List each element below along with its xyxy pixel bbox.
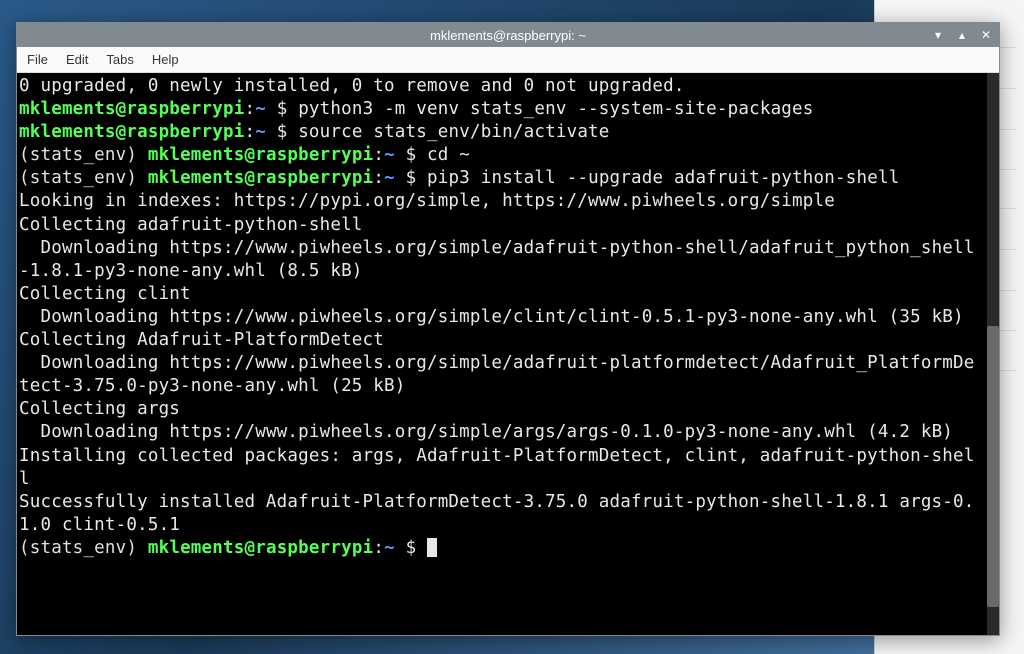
terminal-scrollbar[interactable]	[987, 73, 999, 635]
terminal-cursor	[427, 538, 437, 557]
output-line: Downloading https://www.piwheels.org/sim…	[19, 421, 999, 444]
output-line: Collecting Adafruit-PlatformDetect	[19, 329, 999, 352]
prompt-line: (stats_env) mklements@raspberrypi:~ $ pi…	[19, 167, 999, 190]
close-button[interactable]: ✕	[979, 28, 993, 42]
output-line: Successfully installed Adafruit-Platform…	[19, 491, 999, 537]
menubar: File Edit Tabs Help	[17, 47, 999, 73]
output-line: Downloading https://www.piwheels.org/sim…	[19, 237, 999, 283]
menu-file[interactable]: File	[27, 52, 48, 67]
prompt-line: (stats_env) mklements@raspberrypi:~ $ cd…	[19, 144, 999, 167]
maximize-button[interactable]: ▴	[955, 28, 969, 42]
output-line: Downloading https://www.piwheels.org/sim…	[19, 306, 999, 329]
output-line: Looking in indexes: https://pypi.org/sim…	[19, 190, 999, 213]
window-titlebar[interactable]: mklements@raspberrypi: ~ ▾ ▴ ✕	[17, 23, 999, 47]
prompt-line: mklements@raspberrypi:~ $ source stats_e…	[19, 121, 999, 144]
output-line: Downloading https://www.piwheels.org/sim…	[19, 352, 999, 398]
output-line: 0 upgraded, 0 newly installed, 0 to remo…	[19, 75, 999, 98]
output-line: Collecting adafruit-python-shell	[19, 214, 999, 237]
terminal-body[interactable]: 0 upgraded, 0 newly installed, 0 to remo…	[17, 73, 999, 635]
output-line: Collecting args	[19, 398, 999, 421]
menu-help[interactable]: Help	[152, 52, 179, 67]
menu-tabs[interactable]: Tabs	[106, 52, 133, 67]
menu-edit[interactable]: Edit	[66, 52, 88, 67]
window-title: mklements@raspberrypi: ~	[430, 28, 586, 43]
prompt-line-active: (stats_env) mklements@raspberrypi:~ $	[19, 537, 999, 560]
prompt-line: mklements@raspberrypi:~ $ python3 -m ven…	[19, 98, 999, 121]
output-line: Collecting clint	[19, 283, 999, 306]
minimize-button[interactable]: ▾	[931, 28, 945, 42]
output-line: Installing collected packages: args, Ada…	[19, 445, 999, 491]
scrollbar-thumb[interactable]	[987, 326, 999, 607]
terminal-window: mklements@raspberrypi: ~ ▾ ▴ ✕ File Edit…	[16, 22, 1000, 636]
window-controls: ▾ ▴ ✕	[931, 23, 993, 47]
